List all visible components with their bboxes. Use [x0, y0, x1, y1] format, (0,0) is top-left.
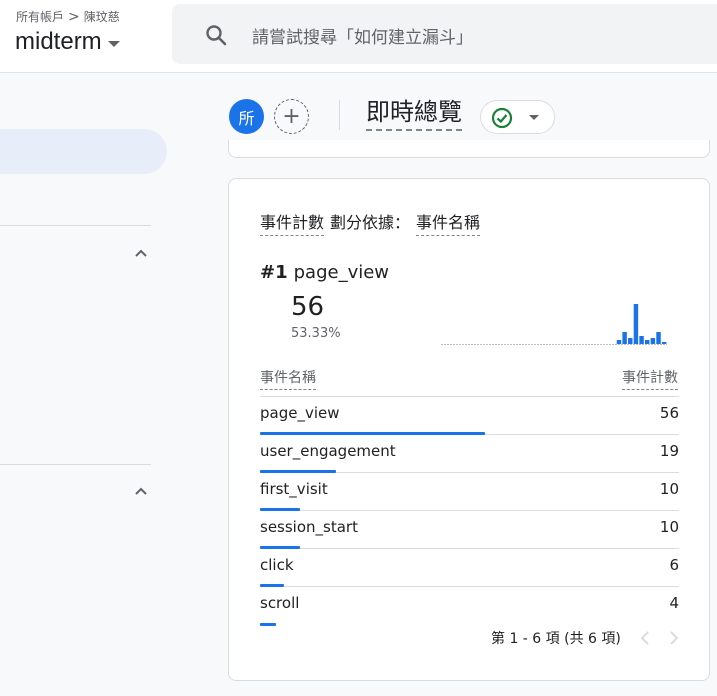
- sparkline-bar: [656, 332, 661, 344]
- event-count-cell: 4: [669, 594, 679, 612]
- sidebar-item-selected[interactable]: [0, 129, 167, 174]
- property-selector[interactable]: midterm: [15, 28, 120, 56]
- sidebar-divider: [0, 225, 151, 226]
- sparkline-bar: [650, 338, 656, 344]
- chevron-right-icon[interactable]: [667, 630, 681, 646]
- top-item-value: 56: [291, 292, 325, 322]
- caret-down-icon: [107, 41, 120, 47]
- event-count-cell: 10: [659, 518, 679, 536]
- event-name-cell: user_engagement: [260, 442, 396, 460]
- breadcrumb[interactable]: 所有帳戶 > 陳玟慈: [16, 8, 120, 25]
- sparkline-bar: [661, 342, 667, 344]
- chevron-up-icon[interactable]: [133, 246, 149, 262]
- event-count-cell: 19: [659, 442, 679, 460]
- top-header: 所有帳戶 > 陳玟慈 midterm 請嘗試搜尋「如何建立漏斗」: [0, 0, 717, 73]
- search-bar[interactable]: 請嘗試搜尋「如何建立漏斗」: [172, 4, 717, 64]
- property-name: midterm: [15, 28, 102, 55]
- table-row[interactable]: page_view 56: [260, 397, 679, 435]
- search-icon: [206, 25, 227, 46]
- avatar[interactable]: 所: [229, 99, 264, 134]
- table-row[interactable]: first_visit 10: [260, 473, 679, 511]
- breadcrumb-all-accounts[interactable]: 所有帳戶: [16, 8, 64, 25]
- sidebar-divider: [0, 464, 151, 465]
- event-count-cell: 10: [659, 480, 679, 498]
- top-item-heading: #1 page_view: [260, 262, 389, 283]
- event-name-cell: page_view: [260, 404, 340, 422]
- split-by-label: 劃分依據：: [330, 213, 411, 232]
- add-comparison-button[interactable]: +: [274, 99, 309, 134]
- table-row[interactable]: user_engagement 19: [260, 435, 679, 473]
- chevron-left-icon[interactable]: [638, 630, 652, 646]
- column-header-event-count[interactable]: 事件計數: [622, 367, 678, 390]
- chevron-right-icon: >: [68, 8, 80, 25]
- status-dropdown[interactable]: [480, 100, 555, 134]
- page-title: 即時總覽: [366, 97, 462, 131]
- sparkline-bar: [622, 332, 627, 344]
- top-rank: #1: [260, 262, 288, 283]
- sparkline-chart: [441, 304, 667, 345]
- pagination-label: 第 1 - 6 項 (共 6 項): [491, 631, 621, 647]
- event-name-cell: session_start: [260, 518, 358, 536]
- dimension-label[interactable]: 事件名稱: [416, 209, 481, 236]
- card-title: 事件計數 劃分依據： 事件名稱: [260, 209, 481, 236]
- breadcrumb-account[interactable]: 陳玟慈: [84, 8, 120, 25]
- table-row[interactable]: scroll 4: [260, 587, 679, 626]
- top-item-name: page_view: [293, 262, 390, 283]
- event-name-cell: scroll: [260, 594, 300, 612]
- sparkline-bar: [616, 340, 622, 344]
- metric-label[interactable]: 事件計數: [260, 209, 325, 236]
- top-item-percent: 53.33%: [291, 326, 341, 341]
- sparkline-bar: [639, 336, 644, 344]
- event-count-cell: 6: [669, 556, 679, 574]
- value-bar: [260, 623, 276, 626]
- left-sidebar: [0, 74, 167, 696]
- column-header-event-name[interactable]: 事件名稱: [260, 367, 316, 390]
- event-name-cell: first_visit: [260, 480, 328, 498]
- chevron-up-icon[interactable]: [133, 484, 149, 500]
- check-circle-icon: [491, 107, 513, 129]
- search-placeholder: 請嘗試搜尋「如何建立漏斗」: [252, 28, 473, 48]
- event-count-cell: 56: [659, 404, 679, 422]
- event-name-cell: click: [260, 556, 294, 574]
- table-row[interactable]: session_start 10: [260, 511, 679, 549]
- caret-down-icon: [529, 115, 539, 120]
- event-count-card: 事件計數 劃分依據： 事件名稱 #1 page_view 56 53.33% 事件…: [228, 178, 710, 681]
- divider: [339, 100, 340, 130]
- table-row[interactable]: click 6: [260, 549, 679, 587]
- sparkline-bar: [645, 340, 650, 344]
- previous-card-edge: [228, 140, 710, 158]
- sparkline-bar: [628, 338, 633, 344]
- sparkline-bar: [633, 304, 639, 344]
